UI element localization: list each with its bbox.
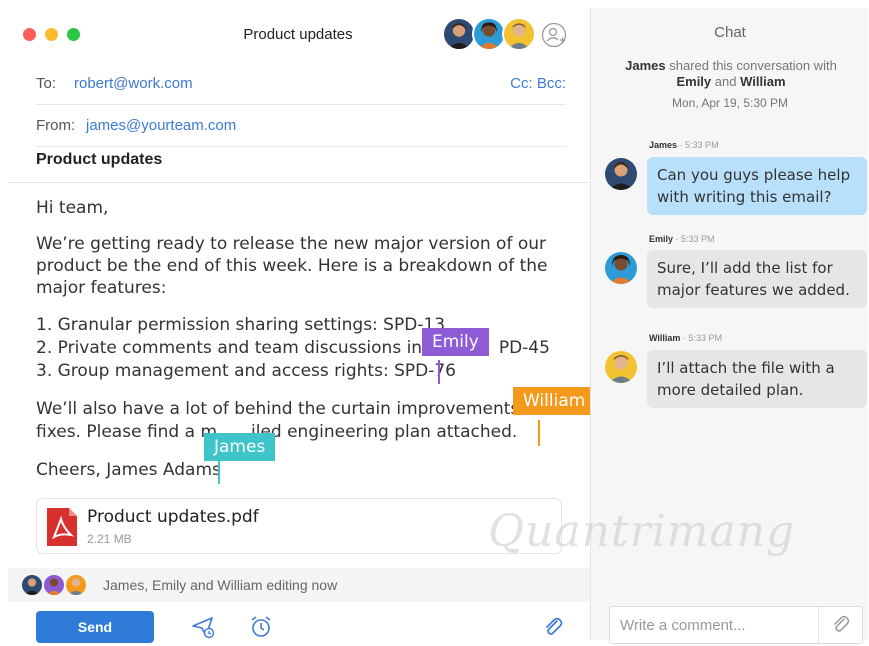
share-notice: James shared this conversation with Emil… — [601, 58, 861, 90]
email-body-line[interactable]: We’ll also have a lot of behind the curt… — [36, 398, 535, 421]
share-notice-author: James — [625, 58, 666, 73]
chat-title: Chat — [714, 24, 746, 41]
email-body-line[interactable]: We’re getting ready to release the new m… — [36, 233, 546, 256]
avatar-emily — [42, 573, 66, 597]
avatar-james — [442, 17, 476, 51]
cursor-label-william: William — [513, 387, 596, 415]
avatar-emily — [605, 252, 637, 284]
comment-input[interactable] — [610, 607, 818, 643]
message-meta: James · 5:33 PM — [649, 140, 719, 150]
feature-item[interactable]: 1. Granular permission sharing settings:… — [36, 314, 445, 337]
avatar-james — [20, 573, 44, 597]
cc-bcc-link[interactable]: Cc: Bcc: — [510, 75, 566, 92]
cursor-label-emily: Emily — [422, 328, 489, 356]
share-notice-date: Mon, Apr 19, 5:30 PM — [671, 96, 789, 110]
minimize-window-button[interactable] — [45, 28, 58, 41]
watermark-logo: Quantrimang — [488, 506, 796, 557]
to-field[interactable]: To: robert@work.com Cc: Bcc: — [36, 63, 566, 105]
from-label: From: — [36, 117, 76, 134]
share-notice-recipient: William — [740, 74, 786, 89]
message-author: William — [649, 333, 681, 343]
message-text: with writing this email? — [657, 188, 832, 206]
message-time: · 5:33 PM — [679, 140, 719, 150]
message-text: Sure, I’ll add the list for — [657, 259, 833, 277]
chat-message: Sure, I’ll add the list for major featur… — [647, 250, 867, 308]
attachment-name: Product updates.pdf — [87, 507, 259, 527]
email-body-line[interactable]: major features: — [36, 277, 166, 300]
feature-item-text: PD-45 — [498, 338, 550, 358]
divider — [8, 182, 590, 183]
email-body-text: fixes. Please find a m — [36, 422, 217, 442]
message-time: · 5:33 PM — [682, 333, 722, 343]
paperclip-icon — [834, 615, 850, 632]
email-body-line[interactable]: product be the end of this week. Here is… — [36, 255, 547, 278]
avatar-william — [605, 351, 637, 383]
message-author: James — [649, 140, 678, 150]
editing-status-bar: James, Emily and William editing now — [8, 568, 590, 602]
reminder-icon[interactable] — [248, 614, 274, 640]
maximize-window-button[interactable] — [67, 28, 80, 41]
message-author: Emily — [649, 234, 674, 244]
avatar-william — [64, 573, 88, 597]
cursor-caret-william — [538, 420, 540, 446]
message-text: major features we added. — [657, 281, 850, 299]
comment-composer — [609, 606, 863, 644]
pdf-icon — [47, 508, 77, 546]
comment-attach-button[interactable] — [818, 607, 862, 643]
email-greeting[interactable]: Hi team, — [36, 197, 108, 220]
send-later-icon[interactable] — [190, 614, 216, 640]
attachment-card[interactable]: Product updates.pdf 2.21 MB — [36, 498, 562, 554]
collaborator-avatars[interactable] — [442, 17, 542, 53]
email-body-text: iled engineering plan attached. — [251, 422, 518, 442]
from-address[interactable]: james@yourteam.com — [86, 117, 236, 134]
paperclip-icon[interactable] — [540, 614, 566, 640]
chat-message: I’ll attach the file with a more detaile… — [647, 350, 867, 408]
cursor-label-james: James — [204, 433, 276, 461]
avatar-james — [605, 158, 637, 190]
message-text: more detailed plan. — [657, 381, 804, 399]
email-signature[interactable]: Cheers, James Adams — [36, 459, 221, 482]
avatar-william — [502, 17, 536, 51]
from-field[interactable]: From: james@yourteam.com — [36, 105, 566, 147]
app-window: Product updates To: robert@work.com Cc: … — [8, 8, 868, 644]
message-meta: Emily · 5:33 PM — [649, 234, 715, 244]
email-body-line[interactable]: fixes. Please find a m iled engineering p… — [36, 421, 517, 444]
window-title: Product updates — [243, 26, 353, 43]
close-window-button[interactable] — [23, 28, 36, 41]
send-button[interactable]: Send — [36, 611, 154, 643]
add-user-icon[interactable] — [541, 22, 567, 48]
chat-message: Can you guys please help with writing th… — [647, 157, 867, 215]
message-text: Can you guys please help — [657, 166, 851, 184]
message-text: I’ll attach the file with a — [657, 359, 835, 377]
cursor-caret-james — [218, 458, 220, 484]
feature-item-text: 2. Private comments and team discussions… — [36, 338, 437, 358]
to-recipient[interactable]: robert@work.com — [74, 75, 193, 92]
share-notice-and: and — [714, 74, 737, 89]
feature-item[interactable]: 3. Group management and access rights: S… — [36, 360, 456, 383]
subject-field[interactable]: Product updates — [36, 151, 162, 169]
attachment-size: 2.21 MB — [87, 532, 132, 546]
title-bar: Product updates — [8, 8, 590, 60]
editing-status-text: James, Emily and William editing now — [103, 577, 338, 593]
avatar-emily — [472, 17, 506, 51]
message-meta: William · 5:33 PM — [649, 333, 722, 343]
cursor-caret-emily — [438, 360, 440, 384]
share-notice-recipient: Emily — [676, 74, 712, 89]
to-label: To: — [36, 75, 57, 92]
message-time: · 5:33 PM — [675, 234, 715, 244]
share-notice-text: shared this conversation with — [669, 58, 837, 73]
